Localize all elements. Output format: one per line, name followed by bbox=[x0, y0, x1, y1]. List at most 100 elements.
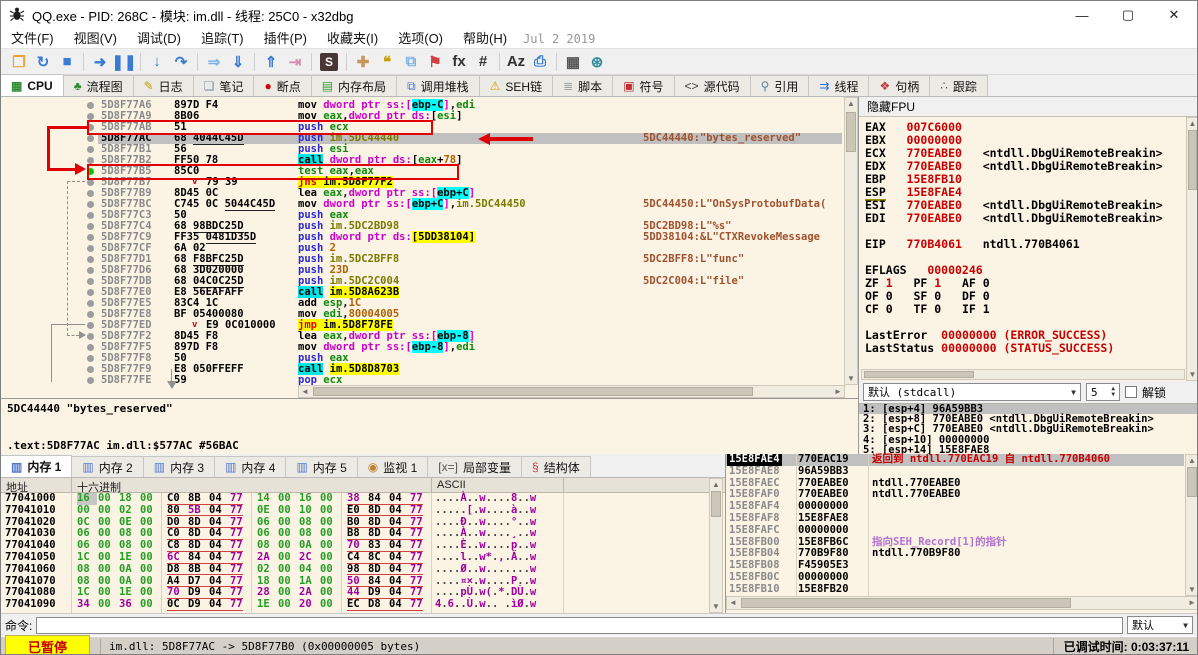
hide-fpu-button[interactable]: 隐藏FPU bbox=[859, 97, 1197, 117]
switch-thread-icon[interactable]: ⇥ bbox=[283, 51, 307, 73]
instruction-dot[interactable] bbox=[87, 289, 94, 296]
instruction-dot[interactable] bbox=[87, 135, 94, 142]
calculator-icon[interactable]: ▦ bbox=[561, 51, 585, 73]
dump-byte[interactable]: 34 bbox=[77, 598, 97, 611]
tab-cpu[interactable]: ▦ CPU bbox=[1, 74, 64, 96]
dump-byte[interactable]: 00 bbox=[98, 563, 118, 576]
label-icon[interactable]: ⧉ bbox=[399, 51, 423, 73]
stack-row[interactable]: 15E8FB08 F45905E3 bbox=[726, 559, 1184, 572]
command-script-select[interactable]: 默认 ▼ bbox=[1127, 616, 1193, 634]
dump-byte[interactable]: 00 bbox=[278, 504, 298, 517]
dump-row[interactable]: 77041060 08 00 0A 00 D8 8B 04 77 02 00 04 00 98 8D 04 77… bbox=[1, 563, 725, 576]
tab-symbols[interactable]: ▣ 符号 bbox=[612, 75, 675, 96]
instruction-dot[interactable] bbox=[87, 267, 94, 274]
instruction-dot[interactable] bbox=[87, 146, 94, 153]
bookmark-icon[interactable]: ⚑ bbox=[423, 51, 447, 73]
tab-references[interactable]: ⚲ 引用 bbox=[749, 75, 810, 96]
minimize-button[interactable]: — bbox=[1059, 1, 1105, 29]
stack-row[interactable]: 15E8FAE4 770EAC19 返回到 ntdll.770EAC19 自 ntd… bbox=[726, 453, 1184, 466]
breakpoint-dot[interactable] bbox=[87, 168, 94, 175]
restart-icon[interactable]: ↻ bbox=[31, 51, 55, 73]
instruction-dot[interactable] bbox=[87, 377, 94, 384]
function-fx-icon[interactable]: fx bbox=[447, 51, 471, 73]
tab-seh[interactable]: ⚠ SEH链 bbox=[478, 75, 554, 96]
tab-trace[interactable]: ∴ 跟踪 bbox=[929, 75, 988, 96]
calling-convention-select[interactable]: 默认 (stdcall) ▼ bbox=[863, 383, 1081, 401]
dump-byte[interactable]: 20 bbox=[299, 598, 319, 611]
tab-script[interactable]: ≣ 脚本 bbox=[552, 75, 614, 96]
instruction-dot[interactable] bbox=[87, 190, 94, 197]
stack-row[interactable]: 15E8FAE8 96A59BB3 bbox=[726, 465, 1184, 478]
tab-notes[interactable]: ❏ 笔记 bbox=[192, 75, 255, 96]
stack-row[interactable]: 15E8FAF0 770EABE0 ntdll.770EABE0 bbox=[726, 489, 1184, 501]
instruction-dot[interactable] bbox=[87, 245, 94, 252]
menu-4[interactable]: 追踪(T) bbox=[191, 29, 254, 49]
menu-5[interactable]: 插件(P) bbox=[254, 29, 317, 49]
instruction-dot[interactable] bbox=[87, 113, 94, 120]
menu-1[interactable]: 文件(F) bbox=[1, 29, 64, 49]
tab-graph[interactable]: ♣ 流程图 bbox=[62, 75, 134, 96]
dump-byte[interactable]: 00 bbox=[278, 563, 298, 576]
dump-byte[interactable]: 0A bbox=[119, 563, 139, 576]
tab-locals[interactable]: [x=] 局部变量 bbox=[427, 456, 522, 477]
maximize-button[interactable]: ▢ bbox=[1105, 1, 1151, 29]
menu-8[interactable]: 帮助(H) bbox=[453, 29, 517, 49]
instruction-dot[interactable] bbox=[87, 234, 94, 241]
close-button[interactable]: ✕ bbox=[1151, 1, 1197, 29]
dump-byte[interactable]: 00 bbox=[98, 598, 118, 611]
dump-byte[interactable]: 00 bbox=[278, 598, 298, 611]
dump-byte[interactable]: 1E bbox=[257, 598, 277, 611]
unlock-checkbox[interactable] bbox=[1125, 386, 1137, 398]
tab-breakpoints[interactable]: ● 断点 bbox=[253, 75, 312, 96]
stack-row[interactable]: 15E8FAF4 00000000 bbox=[726, 500, 1184, 513]
arguments-panel[interactable]: 1: [esp+4] 96A59BB3 2: [esp+8] 770EABE0 <… bbox=[859, 403, 1197, 455]
comment-icon[interactable]: ❝ bbox=[375, 51, 399, 73]
registers-vscrollbar[interactable]: ▲ ▼ bbox=[1186, 117, 1197, 381]
dump-row[interactable]: 77041090 34 00 36 00 0C D9 04 77 1E 00 20 00 EC D8 04 77… bbox=[1, 598, 725, 611]
dump-byte[interactable]: 00 bbox=[140, 504, 160, 517]
menu-3[interactable]: 调试(D) bbox=[127, 29, 191, 49]
stack-row[interactable]: 15E8FB10 15E8FB20 bbox=[726, 583, 1184, 596]
dump-rows[interactable]: 77041000 16 00 18 00 C0 8B 04 77 14 00 16 00 38 84 04 77… bbox=[1, 492, 725, 613]
dump-byte[interactable]: 00 bbox=[320, 563, 340, 576]
stack-row[interactable]: 15E8FAF8 15E8FAE8 bbox=[726, 512, 1184, 525]
arg-count-stepper[interactable]: 5 ▲ ▼ bbox=[1086, 383, 1120, 401]
instruction-dot[interactable] bbox=[87, 322, 94, 329]
stack-row[interactable]: 15E8FB0C 00000000 bbox=[726, 571, 1184, 584]
dump-byte[interactable]: 00 bbox=[320, 598, 340, 611]
tab-threads[interactable]: ⇉ 线程 bbox=[808, 75, 870, 96]
run-icon[interactable]: ➜ bbox=[88, 51, 112, 73]
instruction-dot[interactable] bbox=[87, 366, 94, 373]
log-device-icon[interactable]: ⎙ bbox=[528, 51, 552, 73]
globe-help-icon[interactable]: ⊛ bbox=[585, 51, 609, 73]
strings-icon[interactable]: S bbox=[320, 52, 338, 71]
patches-icon[interactable]: ✚ bbox=[351, 51, 375, 73]
tab-watch-1[interactable]: ◉ 监视 1 bbox=[356, 456, 429, 477]
instruction-dot[interactable] bbox=[87, 278, 94, 285]
disasm-vscrollbar[interactable]: ▲ ▼ bbox=[844, 97, 858, 385]
tab-log[interactable]: ✎ 日志 bbox=[132, 75, 194, 96]
tab-memory-3[interactable]: ▥ 内存 3 bbox=[142, 456, 216, 477]
instruction-dot[interactable] bbox=[87, 102, 94, 109]
menu-2[interactable]: 视图(V) bbox=[64, 29, 127, 49]
dump-byte[interactable]: 00 bbox=[77, 504, 97, 517]
dump-row[interactable]: 77041010 00 00 02 00 80 5B 04 77 0E 00 10 00 E0 8D 04 77… bbox=[1, 504, 725, 517]
tab-memory-map[interactable]: ▤ 内存布局 bbox=[310, 75, 398, 96]
instruction-dot[interactable] bbox=[87, 311, 94, 318]
dump-byte[interactable]: 08 bbox=[77, 563, 97, 576]
stack-vscrollbar[interactable]: ▲ ▼ bbox=[1185, 454, 1197, 596]
dump-byte[interactable]: 00 bbox=[140, 563, 160, 576]
dump-byte[interactable]: 02 bbox=[119, 504, 139, 517]
dump-byte[interactable]: 10 bbox=[299, 504, 319, 517]
tab-memory-5[interactable]: ▥ 内存 5 bbox=[285, 456, 358, 477]
dump-byte[interactable]: 00 bbox=[320, 504, 340, 517]
disasm-hscrollbar[interactable]: ◄ ► bbox=[298, 385, 845, 398]
instruction-dot[interactable] bbox=[87, 212, 94, 219]
command-input[interactable] bbox=[36, 616, 1123, 634]
instruction-dot[interactable] bbox=[87, 256, 94, 263]
instruction-dot[interactable] bbox=[87, 333, 94, 340]
dump-byte[interactable]: 36 bbox=[119, 598, 139, 611]
dump-byte[interactable]: 0E bbox=[257, 504, 277, 517]
disassembly-panel[interactable]: 5D8F77A6 897D F4 mov dword ptr ss:[ebp-C],… bbox=[1, 97, 859, 398]
step-into-icon[interactable]: ↓ bbox=[145, 51, 169, 73]
